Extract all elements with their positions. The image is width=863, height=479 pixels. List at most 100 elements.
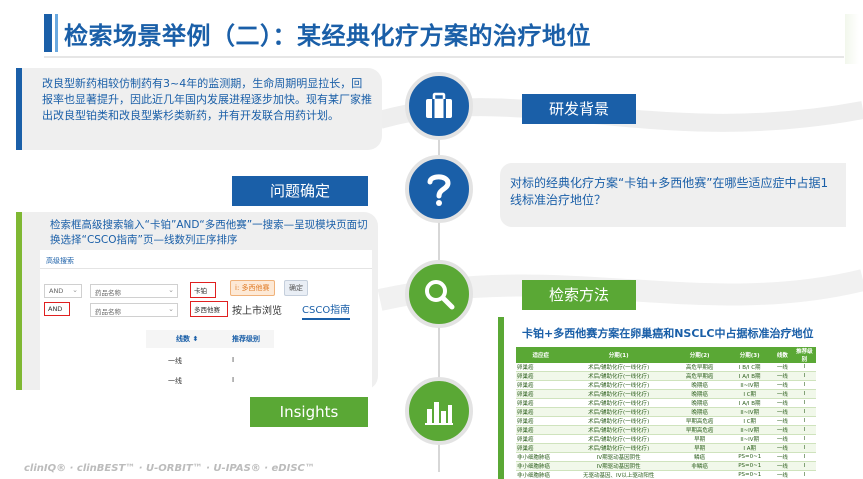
confirm-tag[interactable]: 确定 — [284, 280, 308, 296]
table-cell: I B/I C期 — [727, 363, 773, 372]
col-level-header: 推荐级别 — [232, 330, 260, 348]
table-cell: I — [792, 407, 816, 417]
table-cell: 一线 — [772, 425, 793, 435]
table-cell: I — [792, 443, 816, 453]
filter-tag[interactable]: i: 多西他赛 — [230, 280, 275, 296]
row2-level: I — [232, 376, 235, 384]
table-cell: 卵巢癌 — [516, 389, 566, 399]
title-accent-bar-light — [55, 14, 58, 52]
table-cell: 早期 — [671, 434, 728, 444]
table-cell: 术后/辅助化疗(一线化疗) — [565, 425, 672, 435]
title-accent-bar — [44, 14, 52, 52]
table-cell: 术后/辅助化疗(一线化疗) — [565, 398, 672, 408]
table-cell: 术后/辅助化疗(一线化疗) — [565, 407, 672, 417]
field-select-1[interactable]: 药品名称 ⌄ — [90, 284, 178, 298]
table-cell: I — [792, 470, 816, 479]
table-cell: 一线 — [772, 434, 793, 444]
table-row: 卵巢癌 术后/辅助化疗(一线化疗) 早期 I A期 一线 I — [516, 443, 816, 453]
chevron-down-icon: ⌄ — [168, 305, 174, 313]
table-cell: 一线 — [772, 363, 793, 372]
table-cell: 卵巢癌 — [516, 425, 566, 435]
advanced-search-header: 高级搜索 — [46, 257, 74, 265]
keyword-input-1[interactable]: 卡铂 — [190, 282, 216, 298]
table-cell: PS=0~1 — [727, 461, 773, 471]
table-cell: I — [792, 380, 816, 390]
table-cell: 术后/辅助化疗(一线化疗) — [565, 416, 672, 426]
table-row: 卵巢癌 术后/辅助化疗(一线化疗) 高危早期癌 I B/I C期 一线 I — [516, 363, 816, 372]
th-level: 推荐级别 — [792, 347, 816, 363]
table-cell: 一线 — [772, 461, 793, 471]
operator-select-1[interactable]: AND ⌄ — [44, 284, 82, 298]
table-cell: 高危早期癌 — [671, 363, 728, 372]
table-cell: 一线 — [772, 389, 793, 399]
table-row: 卵巢癌 术后/辅助化疗(一线化疗) 晚期癌 II~IV期 一线 I — [516, 380, 816, 390]
step-circle-question — [405, 155, 473, 223]
table-cell: 一线 — [772, 470, 793, 479]
table-cell: IV期驱动基因阴性 — [565, 461, 672, 471]
col-line-header-label: 线数 — [176, 335, 190, 343]
table-cell: 术后/辅助化疗(一线化疗) — [565, 380, 672, 390]
table-row: 卵巢癌 术后/辅助化疗(一线化疗) 早期 II~IV期 一线 I — [516, 434, 816, 444]
step-label-background: 研发背景 — [522, 94, 636, 124]
table-cell: 非小细胞肺癌 — [516, 461, 566, 471]
table-row: 卵巢癌 术后/辅助化疗(一线化疗) 早期高危癌 II~IV期 一线 I — [516, 425, 816, 435]
sort-subtable: 线数 ⬍ 推荐级别 一线 I 一线 I — [146, 330, 274, 386]
tab-csco-guideline[interactable]: CSCO指南 — [302, 301, 351, 320]
table-cell: II~IV期 — [727, 425, 773, 435]
table-cell: 卵巢癌 — [516, 380, 566, 390]
table-row: 非小细胞肺癌 IV期驱动基因阴性 鳞癌 PS=0~1 一线 I — [516, 452, 816, 462]
insights-table: 适应症 分期(1) 分期(2) 分期(3) 线数 推荐级别 卵巢癌 术后/辅助化疗… — [516, 347, 816, 479]
table-cell: PS=0~1 — [727, 470, 773, 479]
row2-line: 一线 — [168, 377, 182, 385]
operator-select-2[interactable]: AND — [44, 302, 70, 316]
keyword-input-2[interactable]: 多西他赛 — [190, 301, 228, 317]
table-cell: 一线 — [772, 380, 793, 390]
background-text: 改良型新药相较仿制药有3~4年的监测期，生命周期明显拉长，回报率也显著提升，因此… — [42, 77, 372, 122]
title-divider — [44, 56, 844, 58]
table-cell: 一线 — [772, 452, 793, 462]
th-stage3: 分期(3) — [727, 347, 773, 363]
th-stage2: 分期(2) — [671, 347, 728, 363]
col-line-header[interactable]: 线数 ⬍ — [176, 330, 199, 348]
magnifier-icon — [425, 280, 455, 310]
table-cell: 卵巢癌 — [516, 416, 566, 426]
footer-brands: clinIQ® · clinBEST™ · U-ORBIT™ · U-IPAS®… — [24, 463, 315, 474]
table-cell: I C期 — [727, 389, 773, 399]
table-cell: 晚期癌 — [671, 407, 728, 417]
chevron-down-icon: ⌄ — [168, 286, 174, 294]
insights-table-title: 卡铂+多西他赛方案在卵巢癌和NSCLC中占据标准治疗地位 — [522, 327, 814, 340]
table-cell: I — [792, 363, 816, 372]
step-circle-method — [405, 260, 473, 328]
table-row: 非小细胞肺癌 无驱动基因、IV以上驱动阳性 PS=0~1 一线 I — [516, 470, 816, 479]
method-panel-bar — [16, 212, 22, 390]
step-label-insights: Insights — [250, 397, 368, 427]
table-cell: II~IV期 — [727, 407, 773, 417]
table-cell: II~IV期 — [727, 380, 773, 390]
field-select-2-label: 药品名称 — [95, 308, 121, 316]
step-circle-background — [405, 72, 473, 140]
table-cell: 早期高危癌 — [671, 425, 728, 435]
th-line: 线数 — [772, 347, 793, 363]
table-cell: I — [792, 371, 816, 381]
page-title: 检索场景举例（二）：某经典化疗方案的治疗地位 — [64, 22, 591, 50]
question-icon — [427, 174, 451, 206]
table-cell: 晚期癌 — [671, 389, 728, 399]
table-cell: I A/I B期 — [727, 371, 773, 381]
bar-chart-icon — [425, 402, 453, 425]
table-cell: 卵巢癌 — [516, 434, 566, 444]
table-row: 非小细胞肺癌 IV期驱动基因阴性 非鳞癌 PS=0~1 一线 I — [516, 461, 816, 471]
table-cell: 卵巢癌 — [516, 363, 566, 372]
background-description-box: 改良型新药相较仿制药有3~4年的监测期，生命周期明显拉长，回报率也显著提升，因此… — [16, 68, 382, 150]
table-cell: 卵巢癌 — [516, 371, 566, 381]
operator-select-1-label: AND — [49, 287, 64, 295]
table-cell: 术后/辅助化疗(一线化疗) — [565, 371, 672, 381]
table-cell: I — [792, 461, 816, 471]
table-cell: I — [792, 425, 816, 435]
table-row: 卵巢癌 术后/辅助化疗(一线化疗) 晚期癌 I A/I B期 一线 I — [516, 398, 816, 408]
table-row: 卵巢癌 术后/辅助化疗(一线化疗) 晚期癌 I C期 一线 I — [516, 389, 816, 399]
briefcase-icon — [426, 92, 452, 118]
field-select-2[interactable]: 药品名称 ⌄ — [90, 303, 178, 317]
table-cell — [671, 470, 728, 479]
table-cell: 高危早期癌 — [671, 371, 728, 381]
tab-market[interactable]: 按上市浏览 — [232, 302, 282, 317]
